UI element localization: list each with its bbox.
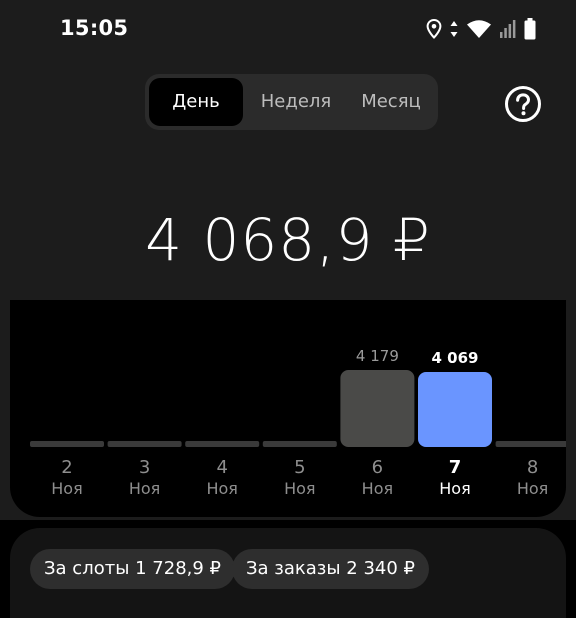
- chart-bar-4[interactable]: [185, 441, 260, 447]
- tab-day[interactable]: День: [149, 78, 243, 126]
- chart-bar-3[interactable]: [107, 441, 182, 447]
- chart-value-label-7: 4 069: [432, 349, 479, 367]
- tab-month[interactable]: Месяц: [347, 78, 435, 126]
- location-icon: [426, 19, 442, 39]
- chart-month-label-5: Ноя: [284, 479, 315, 498]
- chart-bar-6[interactable]: [340, 370, 415, 447]
- chart-day-label-8: 8: [527, 457, 538, 478]
- slots-earnings-chip[interactable]: За слоты 1 728,9 ₽: [30, 549, 236, 589]
- chart-day-label-4: 4: [216, 457, 227, 478]
- chart-month-label-4: Ноя: [206, 479, 237, 498]
- chart-day-label-7: 7: [449, 457, 462, 478]
- data-arrows-icon: [450, 21, 458, 37]
- chart-month-label-2: Ноя: [51, 479, 82, 498]
- total-amount: 4 068,9 ₽: [145, 206, 431, 274]
- status-icons: [426, 18, 536, 40]
- signal-icon: [500, 20, 516, 38]
- status-bar: 15:05: [0, 0, 576, 56]
- chart-value-label-6: 4 179: [356, 347, 399, 365]
- chart-day-label-2: 2: [61, 457, 72, 478]
- chart-day-label-3: 3: [139, 457, 150, 478]
- wifi-icon: [467, 20, 491, 38]
- chart-day-label-6: 6: [372, 457, 383, 478]
- chart-month-label-6: Ноя: [362, 479, 393, 498]
- help-icon[interactable]: [504, 85, 542, 123]
- earnings-chart-panel: 2 Ноя 3 Ноя 4 Ноя 5 Ноя 4 179 6 Ноя 4 069 7 Ноя 8 Ноя: [10, 300, 566, 517]
- chart-bar-5[interactable]: [262, 441, 337, 447]
- chart-month-label-3: Ноя: [129, 479, 160, 498]
- chart-month-label-8: Ноя: [517, 479, 548, 498]
- chart-month-label-7: Ноя: [439, 479, 470, 498]
- status-time: 15:05: [60, 16, 129, 40]
- earnings-chart: 2Ноя3Ноя4Ноя5Ноя4 1796Ноя4 0697Ноя8Ноя: [30, 347, 566, 498]
- period-tabs: День Неделя Месяц: [145, 74, 438, 130]
- battery-icon: [524, 18, 536, 40]
- tab-week[interactable]: Неделя: [249, 78, 343, 126]
- chart-bar-8[interactable]: [495, 441, 566, 447]
- chart-bar-2[interactable]: [30, 441, 104, 447]
- chart-day-label-5: 5: [294, 457, 305, 478]
- orders-earnings-chip[interactable]: За заказы 2 340 ₽: [232, 549, 430, 589]
- chart-bar-7[interactable]: [418, 372, 492, 447]
